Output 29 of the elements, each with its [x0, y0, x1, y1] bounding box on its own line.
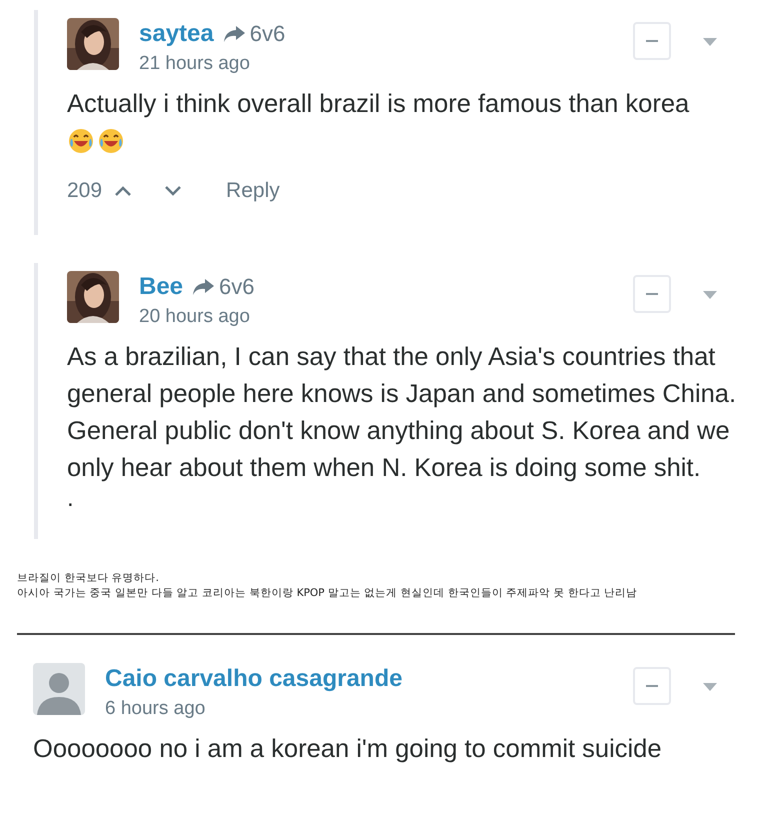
comment-text: Actually i think overall brazil is more famous than korea: [67, 89, 690, 120]
parent-author[interactable]: 6v6: [250, 18, 286, 50]
collapse-button[interactable]: [633, 274, 671, 312]
collapse-button[interactable]: [633, 22, 671, 60]
share-arrow-icon: [222, 24, 246, 44]
caret-down-icon[interactable]: [703, 290, 717, 298]
comment-text: .: [67, 486, 75, 510]
comment-text: As a brazilian, I can say that the only Asia's countries that general people here knows is Japan and sometimes China. General public don't know anything about S. Korea and we only hear about them when N. Korea is doing some shit.: [67, 342, 738, 484]
author-name[interactable]: Caio carvalho casagrande: [105, 662, 402, 694]
comment-text: Oooooooo no i am a korean i'm going to commit suicide: [33, 734, 663, 764]
comment-time[interactable]: 21 hours ago: [139, 50, 613, 78]
vote-count: 209: [67, 178, 102, 204]
author-name[interactable]: saytea: [139, 18, 214, 50]
parent-author[interactable]: 6v6: [219, 270, 255, 302]
upvote-icon[interactable]: [114, 184, 132, 197]
author-name[interactable]: Bee: [139, 270, 184, 302]
laughing-face-icon: [67, 127, 95, 155]
downvote-icon[interactable]: [164, 184, 182, 197]
avatar-icon: [33, 662, 85, 714]
caret-down-icon[interactable]: [703, 682, 717, 690]
collapse-button[interactable]: [633, 666, 671, 704]
share-arrow-icon: [191, 276, 216, 296]
reply-link[interactable]: Reply: [226, 175, 280, 206]
laughing-face-icon: [97, 127, 125, 155]
caption-text: 브라질이 한국보다 유명하다.: [17, 570, 160, 586]
caption-text: 아시아 국가는 중국 일본만 다들 알고 코리아는 북한이랑 KPOP 말고는 없는게 현실인데 한국인들이 주제파악 못 한다고 난리남: [17, 586, 638, 600]
caret-down-icon[interactable]: [703, 38, 717, 46]
comment-time[interactable]: 20 hours ago: [139, 302, 613, 330]
comment-time[interactable]: 6 hours ago: [105, 694, 613, 722]
